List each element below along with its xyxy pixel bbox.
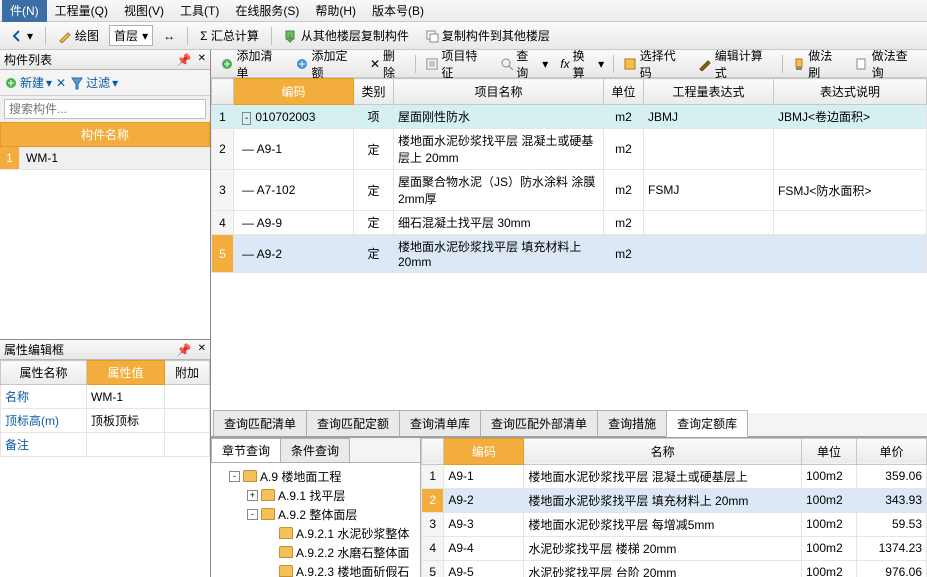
nav-button[interactable]: ↔ [157,27,181,45]
quota-table: 编码 名称 单位 单价 1A9-1楼地面水泥砂浆找平层 混凝土或硬基层上100m… [421,438,927,577]
search-input[interactable] [4,99,206,119]
component-list-header: 构件列表 📌 ✕ [0,50,210,70]
row-number: 1 [0,147,20,169]
menu-view[interactable]: 视图(V) [116,0,172,22]
quota-row[interactable]: 3A9-3楼地面水泥砂浆找平层 每增减5mm100m259.53 [422,512,927,536]
property-table: 属性名称 属性值 附加 名称WM-1 顶标高(m)顶板顶标 备注 [0,360,210,457]
new-button[interactable]: 新建▾ [4,74,52,91]
folder-icon [279,546,293,558]
prop-row[interactable]: 顶标高(m)顶板顶标 [1,409,210,433]
pin-icon[interactable]: 📌 [177,53,192,67]
prop-col-name: 属性名称 [1,361,87,385]
main-row[interactable]: 5— A9-2定楼地面水泥砂浆找平层 填充材料上 20mmm2 [212,235,927,273]
qcol-name[interactable]: 名称 [524,438,802,464]
sum-button[interactable]: Σ 汇总计算 [194,25,265,46]
list-icon [425,57,439,71]
col-name[interactable]: 项目名称 [394,79,604,105]
col-expr[interactable]: 工程量表达式 [644,79,774,105]
arrow-back-icon [10,29,24,43]
main-row[interactable]: 4— A9-9定细石混凝土找平层 30mmm2 [212,211,927,235]
code-icon [623,57,637,71]
col-cat[interactable]: 类别 [354,79,394,105]
main-row[interactable]: 3— A7-102定屋面聚合物水泥（JS）防水涂料 涂膜2mm厚m2FSMJFS… [212,170,927,211]
tab-list-lib[interactable]: 查询清单库 [399,410,481,436]
copy-to-button[interactable]: 复制构件到其他楼层 [419,25,556,46]
doc-search-icon [855,57,869,71]
prop-row[interactable]: 名称WM-1 [1,385,210,409]
tab-match-quota[interactable]: 查询匹配定额 [306,410,400,436]
menu-online[interactable]: 在线服务(S) [227,0,307,22]
copy-from-button[interactable]: 从其他楼层复制构件 [278,25,415,46]
close-panel-icon[interactable]: ✕ [198,53,206,67]
tree-node[interactable]: A.9.2.1 水泥砂浆整体 [215,524,416,543]
component-row[interactable]: 1 WM-1 [0,147,210,170]
menu-file[interactable]: 件(N) [2,0,47,22]
brush-icon [792,57,806,71]
back-button[interactable]: ▾ [4,27,39,45]
qcol-code[interactable]: 编码 [444,438,524,464]
tree-tab-chapter[interactable]: 章节查询 [211,438,281,462]
menu-tools[interactable]: 工具(T) [172,0,227,22]
draw-button[interactable]: 绘图 [52,25,105,46]
col-desc[interactable]: 表达式说明 [774,79,927,105]
prop-col-extra: 附加 [164,361,209,385]
main-table: 编码 类别 项目名称 单位 工程量表达式 表达式说明 1-010702003项屋… [211,78,927,273]
menu-help[interactable]: 帮助(H) [307,0,364,22]
folder-icon [261,508,275,520]
tab-quota-lib[interactable]: 查询定额库 [666,410,748,437]
quota-row[interactable]: 2A9-2楼地面水泥砂浆找平层 填充材料上 20mm100m2343.93 [422,488,927,512]
menu-bar: 件(N) 工程量(Q) 视图(V) 工具(T) 在线服务(S) 帮助(H) 版本… [0,0,927,22]
quota-row[interactable]: 1A9-1楼地面水泥砂浆找平层 混凝土或硬基层上100m2359.06 [422,464,927,488]
col-unit[interactable]: 单位 [604,79,644,105]
close-list-icon[interactable]: ✕ [56,76,66,90]
funnel-icon [70,76,84,90]
copy-icon [425,29,439,43]
edit-icon [698,57,712,71]
property-panel-header: 属性编辑框 📌 ✕ [0,340,210,360]
folder-icon [279,565,293,577]
plus-icon [4,76,18,90]
folder-icon [261,489,275,501]
qcol-unit[interactable]: 单位 [802,438,857,464]
tree-node[interactable]: -A.9 楼地面工程 [215,467,416,486]
quota-row[interactable]: 5A9-5水泥砂浆找平层 台阶 20mm100m2976.06 [422,560,927,577]
component-name-header: 构件名称 [0,122,210,147]
quota-row[interactable]: 4A9-4水泥砂浆找平层 楼梯 20mm100m21374.23 [422,536,927,560]
pin-icon[interactable]: 📌 [177,343,192,357]
tab-ext-list[interactable]: 查询匹配外部清单 [480,410,598,436]
add-green-icon [220,57,234,71]
tree-tab-condition[interactable]: 条件查询 [280,438,350,462]
qcol-price[interactable]: 单价 [857,438,927,464]
prop-col-value: 属性值 [87,361,165,385]
close-prop-icon[interactable]: ✕ [198,343,206,357]
pencil-icon [58,29,72,43]
add-blue-icon [295,57,309,71]
filter-button[interactable]: 过滤▾ [70,74,118,91]
prop-row[interactable]: 备注 [1,433,210,457]
copy-down-icon [284,29,298,43]
menu-qty[interactable]: 工程量(Q) [47,0,116,22]
search-icon [500,57,513,71]
menu-version[interactable]: 版本号(B) [364,0,432,22]
folder-icon [243,470,257,482]
tab-measures[interactable]: 查询措施 [597,410,667,436]
folder-icon [279,527,293,539]
tree-node[interactable]: +A.9.1 找平层 [215,486,416,505]
bottom-tabs: 查询匹配清单 查询匹配定额 查询清单库 查询匹配外部清单 查询措施 查询定额库 [211,413,927,437]
right-toolbar: 添加清单 添加定额 ✕ 删除 项目特征 查询▾ fx 换算▾ 选择代码 编辑计算… [211,50,927,78]
col-code[interactable]: 编码 [234,79,354,105]
tab-match-list[interactable]: 查询匹配清单 [213,410,307,436]
main-row[interactable]: 2— A9-1定楼地面水泥砂浆找平层 混凝土或硬基层上 20mmm2 [212,129,927,170]
chapter-tree: -A.9 楼地面工程+A.9.1 找平层-A.9.2 整体面层A.9.2.1 水… [211,463,420,577]
tree-node[interactable]: -A.9.2 整体面层 [215,505,416,524]
floor-select[interactable]: 首层▾ [109,25,153,46]
component-name: WM-1 [20,147,210,169]
main-row[interactable]: 1-010702003项屋面刚性防水m2JBMJJBMJ<卷边面积> [212,105,927,129]
main-toolbar: ▾ 绘图 首层▾ ↔ Σ 汇总计算 从其他楼层复制构件 复制构件到其他楼层 [0,22,927,50]
tree-node[interactable]: A.9.2.3 楼地面斫假石 [215,562,416,577]
tree-node[interactable]: A.9.2.2 水磨石整体面 [215,543,416,562]
